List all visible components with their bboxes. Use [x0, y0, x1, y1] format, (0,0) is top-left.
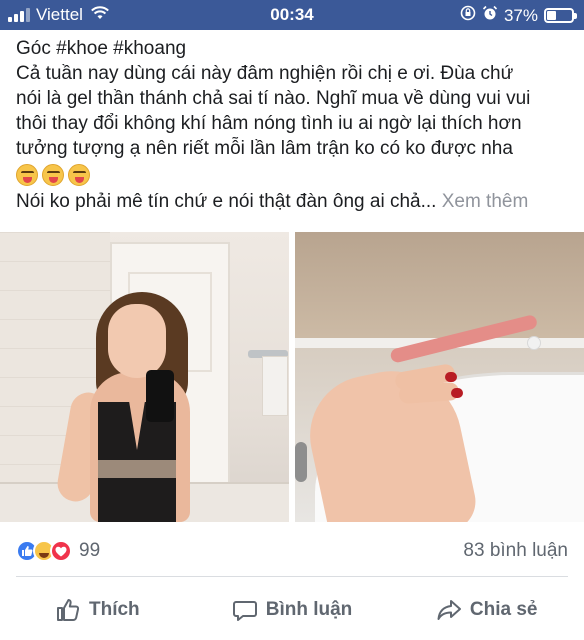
love-reaction-icon	[50, 540, 72, 562]
post-line-last: Nói ko phải mê tín chứ e nói thật đàn ôn…	[16, 189, 572, 214]
comments-count[interactable]: 83 bình luận	[463, 540, 568, 562]
post-line-title: Góc #khoe #khoang	[16, 38, 187, 59]
status-bar: Viettel 00:34 37%	[0, 0, 584, 30]
towel	[262, 356, 288, 416]
status-right: 37%	[460, 5, 577, 26]
rotation-lock-icon	[460, 5, 476, 26]
photo-selfie[interactable]	[0, 232, 289, 522]
reactions-summary[interactable]: 99	[16, 540, 100, 562]
post-actions: Thích Bình luận Chia sẻ	[0, 590, 584, 630]
tongue-out-emoji-icon	[42, 164, 64, 186]
comment-bubble-icon	[232, 601, 257, 621]
sink-wall	[295, 232, 584, 342]
sink-drain	[295, 442, 307, 482]
comment-label: Bình luận	[265, 599, 353, 620]
battery-percent: 37%	[503, 5, 538, 25]
comment-button[interactable]: Bình luận	[195, 590, 390, 630]
fingernail	[445, 372, 457, 382]
like-button[interactable]: Thích	[0, 590, 195, 630]
photo-product[interactable]	[295, 232, 584, 522]
post-line: nói là gel thần thánh chả sai tí nào. Ng…	[16, 88, 531, 109]
alarm-icon	[482, 5, 498, 26]
share-label: Chia sẻ	[469, 599, 538, 620]
thumbs-up-icon	[57, 599, 80, 621]
post-text: Góc #khoe #khoang Cả tuần nay dùng cái n…	[16, 36, 572, 214]
post-line: Cả tuần nay dùng cái này đâm nghiện rồi …	[16, 63, 514, 84]
like-label: Thích	[89, 599, 140, 620]
swimsuit-band	[98, 460, 176, 478]
smartphone	[146, 370, 174, 422]
tongue-out-emoji-icon	[68, 164, 90, 186]
person-face	[108, 304, 166, 378]
post-line: thôi thay đổi không khí hâm nóng tình iu…	[16, 113, 522, 134]
divider	[16, 576, 568, 577]
reaction-count: 99	[79, 540, 101, 561]
fingernail	[451, 388, 463, 398]
post-line: tưởng tượng ạ nên riết mỗi lần lâm trận …	[16, 138, 513, 159]
battery-icon	[544, 8, 577, 23]
share-arrow-icon	[437, 600, 461, 620]
post-last-text: Nói ko phải mê tín chứ e nói thật đàn ôn…	[16, 191, 437, 212]
tongue-out-emoji-icon	[16, 164, 38, 186]
see-more-link[interactable]: Xem thêm	[442, 191, 529, 212]
battery-level	[547, 11, 556, 20]
emoji-row	[16, 161, 572, 189]
applicator-tip	[527, 336, 541, 350]
post-photos	[0, 232, 584, 522]
share-button[interactable]: Chia sẻ	[389, 590, 584, 630]
